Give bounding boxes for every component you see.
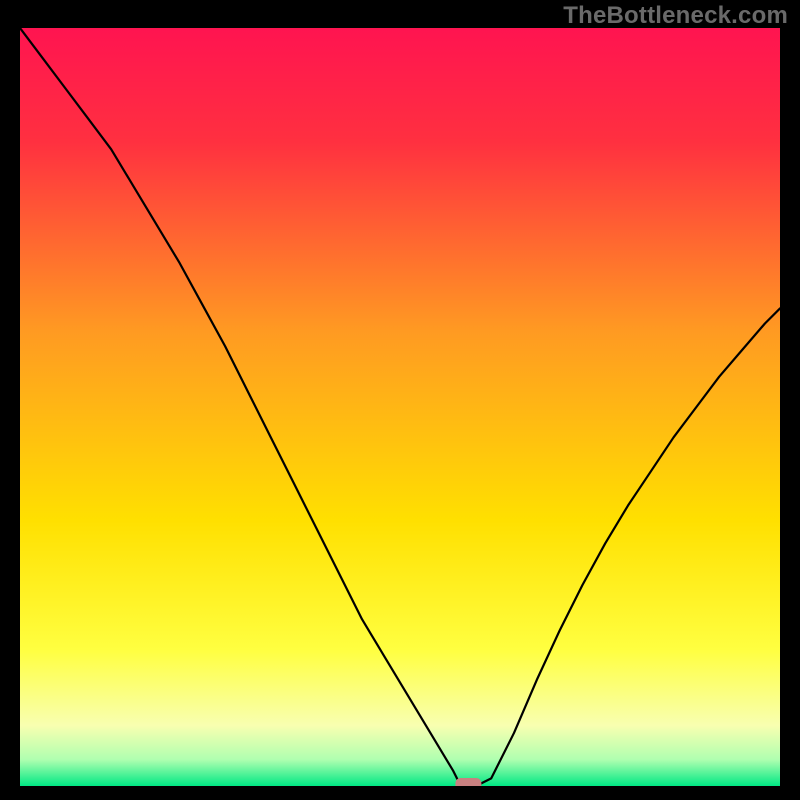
watermark-text: TheBottleneck.com bbox=[563, 2, 788, 30]
chart-background bbox=[20, 28, 780, 786]
optimal-point-marker bbox=[455, 778, 481, 786]
chart-container: TheBottleneck.com bbox=[0, 0, 800, 800]
bottleneck-curve-chart bbox=[20, 28, 780, 786]
